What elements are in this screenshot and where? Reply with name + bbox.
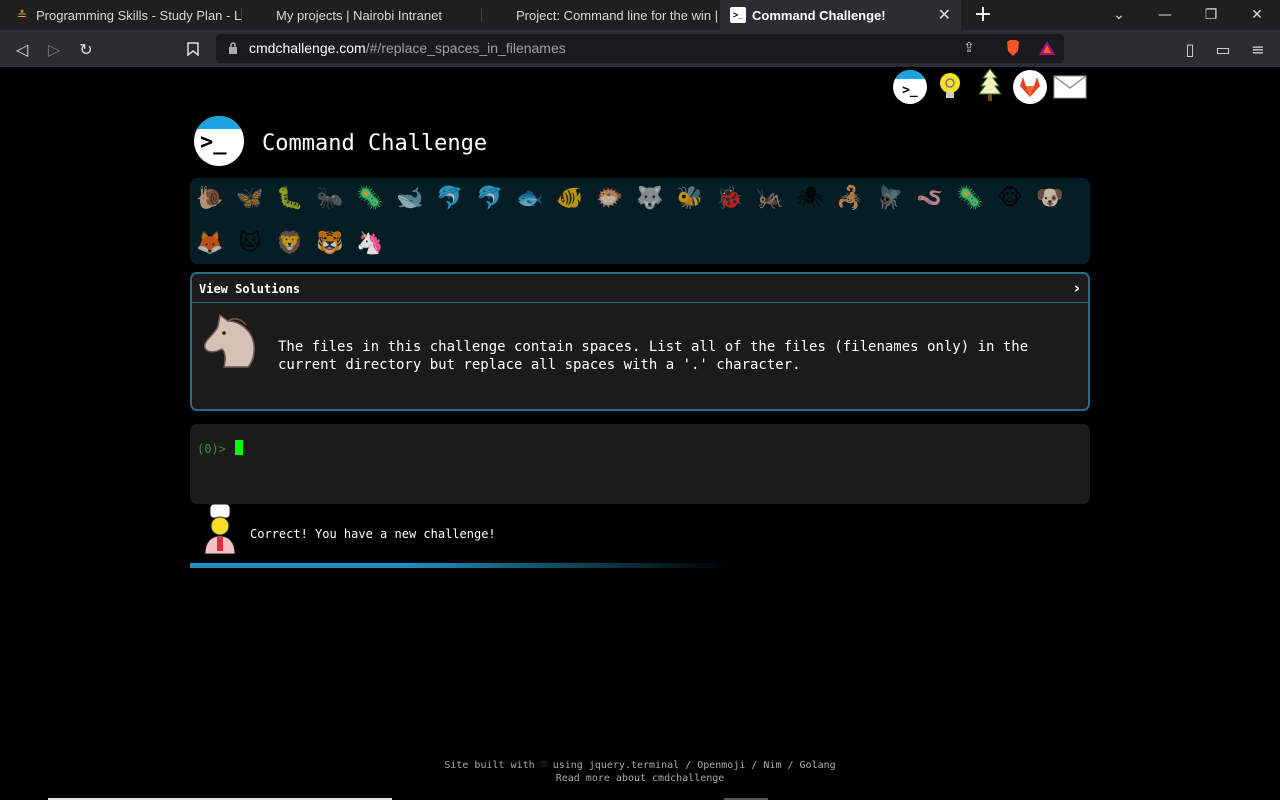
- challenge-animal-icon[interactable]: 🐌: [194, 182, 226, 214]
- page-title: Command Challenge: [262, 131, 488, 156]
- site-logo: >_: [194, 116, 244, 166]
- challenge-animal-icon[interactable]: 🐝: [674, 182, 706, 214]
- challenge-animal-icon[interactable]: 🐵: [994, 182, 1026, 214]
- hint-bulb-icon[interactable]: [933, 70, 967, 104]
- challenge-animal-icon[interactable]: 🐡: [594, 182, 626, 214]
- menu-icon[interactable]: ≡: [1247, 38, 1269, 60]
- chevron-right-icon: ›: [1073, 279, 1080, 297]
- challenge-animal-icon[interactable]: 🐋: [394, 182, 426, 214]
- feedback-message: Correct! You have a new challenge!: [250, 527, 496, 541]
- challenge-animal-icon[interactable]: 🐶: [1034, 182, 1066, 214]
- leetcode-icon: ≛: [16, 8, 28, 22]
- brave-shields-icon[interactable]: [1004, 39, 1022, 57]
- new-tab-button[interactable]: +: [972, 4, 994, 26]
- forward-icon[interactable]: ▷: [43, 38, 65, 60]
- challenge-animal-icon[interactable]: 🦋: [234, 182, 266, 214]
- reload-icon[interactable]: ↻: [75, 38, 97, 60]
- challenge-animal-icon[interactable]: 🐟: [514, 182, 546, 214]
- tab-bar: ≛ Programming Skills - Study Plan - Leet…: [0, 0, 1280, 30]
- terminal[interactable]: (0)>: [190, 424, 1090, 504]
- tab-my-projects[interactable]: My projects | Nairobi Intranet: [242, 0, 482, 30]
- challenge-animal-icon[interactable]: 🐜: [314, 182, 346, 214]
- footer-read-more-link[interactable]: Read more about cmdchallenge: [0, 772, 1280, 785]
- tab-command-challenge[interactable]: >_ Command Challenge! ✕: [720, 0, 961, 30]
- tab-title: My projects | Nairobi Intranet: [276, 7, 442, 23]
- challenge-animal-icon[interactable]: 🦠: [354, 182, 386, 214]
- challenge-animal-icon[interactable]: 🦠: [954, 182, 986, 214]
- wallet-icon[interactable]: ▭: [1212, 38, 1234, 60]
- tab-project-command-line[interactable]: Project: Command line for the win | Na: [482, 0, 720, 30]
- gitlab-icon[interactable]: [1013, 70, 1047, 104]
- lock-icon: [229, 42, 237, 54]
- url-path: /#/replace_spaces_in_filenames: [365, 40, 566, 56]
- horse-icon: [203, 313, 255, 368]
- challenge-animal-icon[interactable]: 🐺: [634, 182, 666, 214]
- minimize-button[interactable]: —: [1142, 0, 1188, 30]
- tab-title: Command Challenge!: [752, 7, 886, 23]
- challenge-animal-icon[interactable]: 🦗: [754, 182, 786, 214]
- brave-rewards-icon[interactable]: [1038, 39, 1056, 57]
- challenge-animal-icon[interactable]: 🦂: [834, 182, 866, 214]
- intranet-icon: [496, 7, 510, 23]
- url-field[interactable]: cmdchallenge.com/#/replace_spaces_in_fil…: [216, 34, 1064, 63]
- tab-title: Programming Skills - Study Plan - Leet: [36, 7, 242, 23]
- close-tab-icon[interactable]: ✕: [938, 5, 951, 25]
- footer-credits: Site built with ♡ using jquery.terminal …: [444, 760, 836, 771]
- bookmark-icon[interactable]: [182, 38, 204, 60]
- challenge-description: The files in this challenge contain spac…: [278, 339, 1029, 373]
- challenge-animal-icon[interactable]: 🐬: [434, 182, 466, 214]
- close-window-button[interactable]: ✕: [1234, 0, 1280, 30]
- footer: Site built with ♡ using jquery.terminal …: [0, 759, 1280, 785]
- challenge-animal-icon[interactable]: 🦊: [194, 227, 226, 259]
- email-icon[interactable]: [1053, 70, 1087, 104]
- terminal-prompt: (0)>: [197, 442, 226, 456]
- challenge-animal-icon[interactable]: 🐬: [474, 182, 506, 214]
- terminal-cursor: [235, 440, 243, 455]
- challenge-animal-icon[interactable]: 🐞: [714, 182, 746, 214]
- view-solutions-label: View Solutions: [199, 282, 301, 296]
- url-host: cmdchallenge.com: [249, 40, 366, 56]
- challenge-animals-grid: 🐌 🦋 🐛 🐜 🦠 🐋 🐬 🐬 🐟 🐠 🐡 🐺 🐝 🐞 🦗 🕷 🦂 🪰 🪱 🦠 🐵 🐶 🦊 🐱 🦁 🐯 🦄: [190, 178, 1090, 264]
- chef-icon: [204, 504, 236, 554]
- challenge-panel: View Solutions › The files in this chall…: [190, 272, 1090, 411]
- restore-button[interactable]: ❐: [1188, 0, 1234, 30]
- terminal-icon: >_: [730, 7, 746, 23]
- challenge-animal-icon[interactable]: 🐱: [234, 227, 266, 259]
- challenge-animal-icon[interactable]: 🪰: [874, 182, 906, 214]
- address-bar: ◁ ▷ ↻ cmdchallenge.com/#/replace_spaces_…: [0, 30, 1280, 67]
- challenge-animal-icon[interactable]: 🦁: [274, 227, 306, 259]
- challenge-animal-icon[interactable]: 🕷: [794, 182, 826, 214]
- sidebar-icon[interactable]: ▯: [1179, 38, 1201, 60]
- intranet-icon: [256, 7, 270, 23]
- tab-search-icon[interactable]: ⌄: [1096, 0, 1142, 30]
- challenge-animal-icon[interactable]: 🐛: [274, 182, 306, 214]
- page: >_ >_ Command Challenge 🐌 🦋 🐛 🐜 🦠 🐋 🐬 🐬 🐟 🐠 🐡 🐺 🐝 🐞 🦗 🕷…: [0, 67, 1280, 800]
- tab-title: Project: Command line for the win | Na: [516, 7, 720, 23]
- challenge-animal-icon[interactable]: 🪱: [914, 182, 946, 214]
- view-solutions-toggle[interactable]: View Solutions ›: [192, 274, 1088, 303]
- back-icon[interactable]: ◁: [11, 38, 33, 60]
- share-icon[interactable]: ⇪: [960, 39, 978, 57]
- challenge-progress-bar: [190, 563, 730, 568]
- tab-leetcode[interactable]: ≛ Programming Skills - Study Plan - Leet: [0, 0, 242, 30]
- challenge-animal-icon[interactable]: 🐯: [314, 227, 346, 259]
- tree-icon[interactable]: [973, 68, 1007, 102]
- challenge-animal-icon[interactable]: 🐠: [554, 182, 586, 214]
- challenge-animal-icon[interactable]: 🦄: [354, 227, 386, 259]
- cmdchallenge-icon[interactable]: >_: [893, 70, 927, 104]
